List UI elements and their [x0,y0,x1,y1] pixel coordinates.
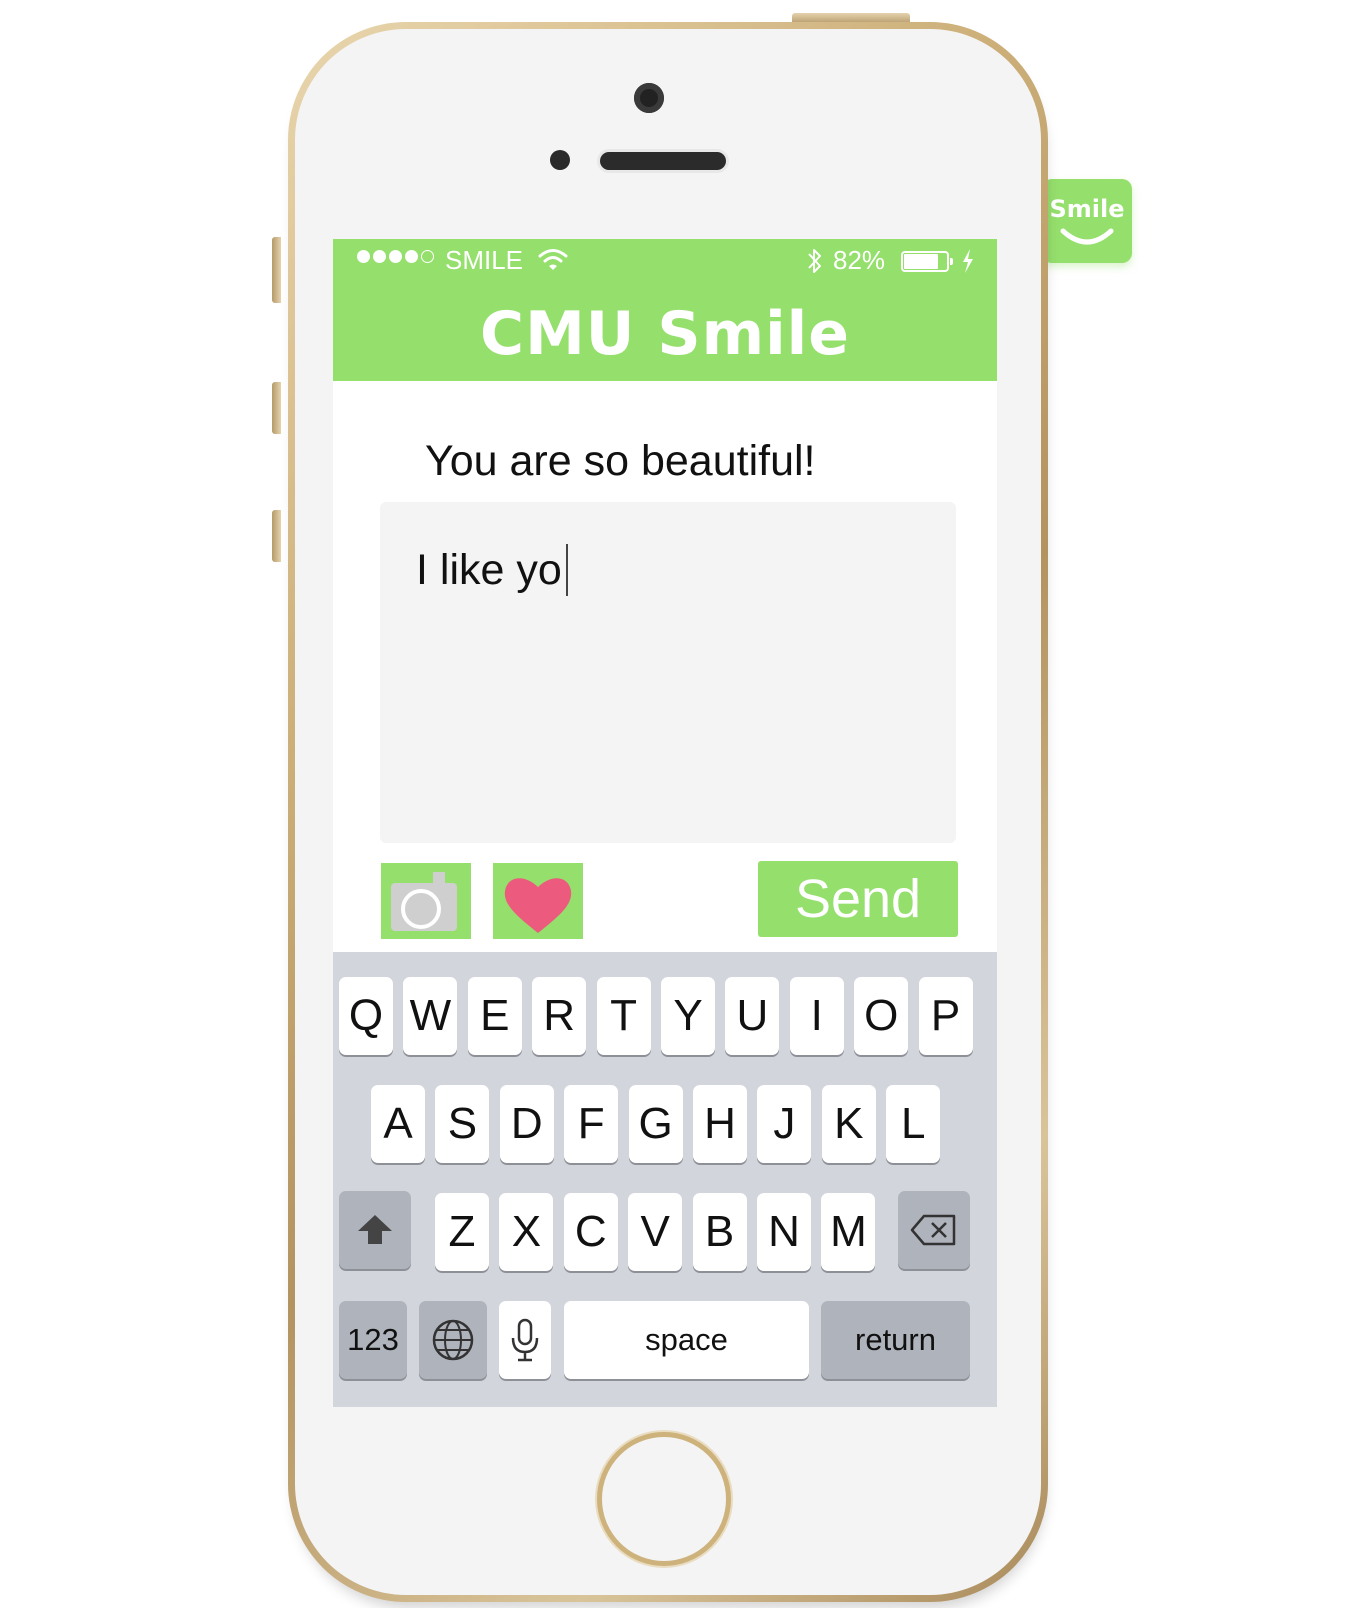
microphone-icon [511,1318,539,1362]
globe-key[interactable] [419,1301,487,1379]
key-n[interactable]: N [757,1193,811,1271]
key-b[interactable]: B [692,1193,747,1271]
key-x[interactable]: X [499,1193,554,1271]
key-d[interactable]: D [499,1085,554,1163]
key-m[interactable]: M [821,1193,876,1271]
app-icon: Smile [1042,179,1132,263]
key-y[interactable]: Y [661,977,715,1055]
signal-dot [389,250,402,263]
key-l[interactable]: L [886,1085,941,1163]
front-camera [634,83,664,113]
return-key[interactable]: return [821,1301,970,1379]
heart-icon [504,878,572,933]
signal-dot [405,250,418,263]
key-h[interactable]: H [693,1085,747,1163]
key-a[interactable]: A [371,1085,425,1163]
smile-icon [1060,228,1114,245]
key-v[interactable]: V [628,1193,683,1271]
carrier-name: SMILE [445,245,524,275]
signal-dot [373,250,386,263]
camera-icon [391,872,457,931]
key-f[interactable]: F [564,1085,619,1163]
key-g[interactable]: G [628,1085,683,1163]
key-z[interactable]: Z [435,1193,489,1271]
reply-input[interactable]: I like yo [380,502,956,843]
battery-fill [904,254,939,269]
key-c[interactable]: C [563,1193,618,1271]
send-button[interactable]: Send [758,861,958,937]
app-icon-label: Smile [1049,195,1125,223]
globe-icon [432,1319,474,1361]
reply-input-text: I like yo [416,544,568,596]
key-u[interactable]: U [725,977,780,1055]
key-t[interactable]: T [596,977,651,1055]
volume-up-button [272,382,281,434]
battery-percentage: 82% [833,245,886,275]
delete-icon [910,1214,956,1246]
key-w[interactable]: W [403,977,458,1055]
received-message: You are so beautiful! [425,437,816,485]
mute-switch [272,237,281,303]
battery-icon [901,251,953,272]
app-header: SMILE 82% CMU Smile [333,239,997,381]
charging-icon [963,249,973,273]
signal-dot [357,250,370,263]
heart-button[interactable] [493,863,583,939]
key-r[interactable]: R [532,977,587,1055]
key-q[interactable]: Q [339,977,393,1055]
reply-text: I like yo [416,546,562,594]
home-button[interactable] [597,1432,731,1566]
text-cursor [565,544,568,596]
microphone-key[interactable] [499,1301,551,1379]
key-j[interactable]: J [757,1085,812,1163]
numbers-key[interactable]: 123 [339,1301,407,1379]
signal-dot [421,250,434,263]
earpiece-speaker [600,152,726,170]
shift-key[interactable] [339,1191,411,1269]
screen: SMILE 82% CMU Smile You are so beautiful… [333,239,997,1407]
proximity-sensor [550,150,570,170]
volume-down-button [272,510,281,562]
wifi-icon [538,249,568,270]
key-i[interactable]: I [789,977,844,1055]
shift-icon [358,1215,392,1244]
keyboard: QWERTYUIOP ASDFGHJKL ZXCVBNM 123 space r… [333,952,997,1407]
delete-key[interactable] [898,1191,970,1269]
key-e[interactable]: E [467,977,522,1055]
key-p[interactable]: P [918,977,973,1055]
camera-button[interactable] [381,863,471,939]
space-key[interactable]: space [564,1301,809,1379]
bluetooth-icon [808,249,821,273]
key-o[interactable]: O [854,977,909,1055]
signal-strength-icon [357,250,434,263]
status-bar: SMILE 82% [333,239,997,283]
app-title: CMU Smile [480,299,850,369]
key-k[interactable]: K [821,1085,876,1163]
key-s[interactable]: S [435,1085,490,1163]
